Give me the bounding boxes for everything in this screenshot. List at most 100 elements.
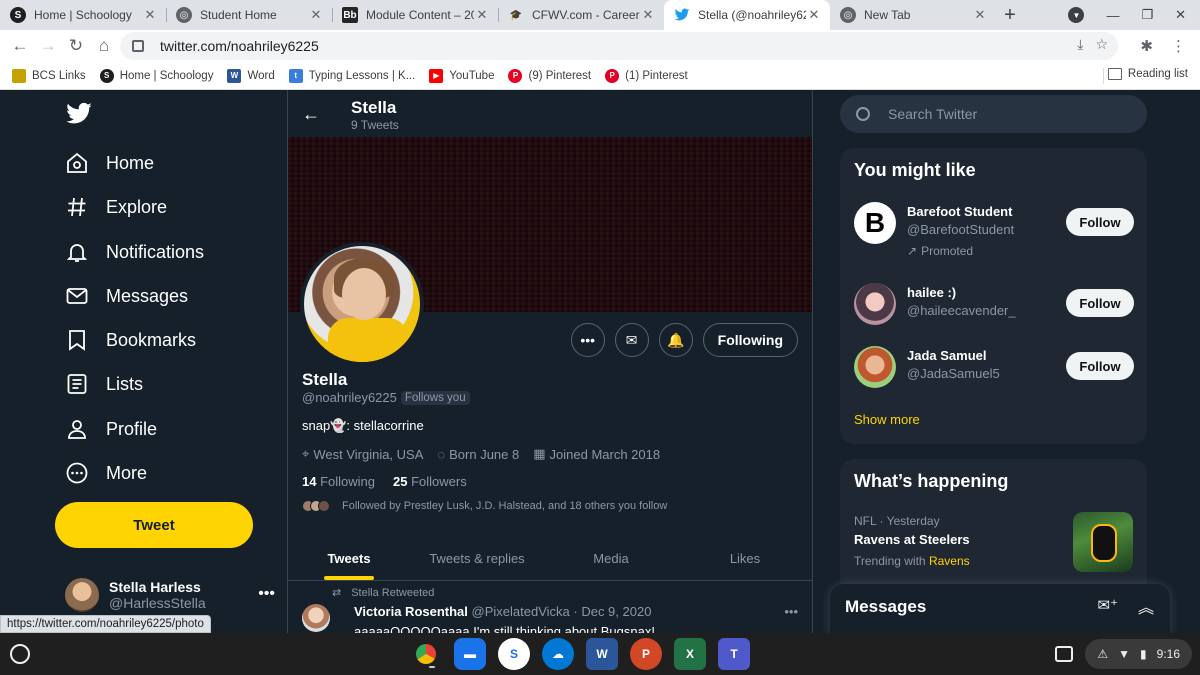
following-link[interactable]: 14 Following bbox=[302, 474, 375, 489]
extensions-icon[interactable]: ✱ bbox=[1140, 37, 1153, 55]
excel-app-icon[interactable]: X bbox=[674, 638, 706, 670]
install-icon[interactable]: ⤓ bbox=[1077, 36, 1083, 53]
close-window-icon[interactable]: ✕ bbox=[1175, 7, 1186, 23]
twitter-logo-icon[interactable] bbox=[65, 100, 93, 128]
files-app-icon[interactable]: ▬ bbox=[454, 638, 486, 670]
nav-label: Bookmarks bbox=[106, 329, 197, 350]
bookmark-word[interactable]: W Word bbox=[227, 68, 275, 83]
more-options-icon[interactable]: ••• bbox=[570, 323, 605, 357]
back-icon[interactable]: ← bbox=[6, 32, 34, 60]
close-tab-icon[interactable]: ✕ bbox=[308, 7, 324, 23]
notify-bell-icon[interactable]: 🔔 bbox=[658, 323, 693, 357]
trend-hashtag[interactable]: Ravens bbox=[929, 554, 970, 568]
nav-bookmarks[interactable]: Bookmarks bbox=[65, 328, 196, 352]
chrome-menu-icon[interactable]: ⋮ bbox=[1171, 37, 1186, 55]
status-bubble-url: https://twitter.com/noahriley6225/photo bbox=[0, 615, 211, 633]
word-app-icon[interactable]: W bbox=[586, 638, 618, 670]
powerpoint-app-icon[interactable]: P bbox=[630, 638, 662, 670]
close-tab-icon[interactable]: ✕ bbox=[806, 7, 822, 23]
suggestion-hailee[interactable]: hailee :) @haileecavender_ Follow bbox=[854, 283, 1134, 333]
new-message-icon[interactable]: ✉⁺ bbox=[1098, 596, 1119, 614]
tab-twitter-profile[interactable]: Stella (@noahriley6225 ✕ bbox=[664, 0, 830, 30]
status-area[interactable]: ⚠ ▼ ▮ 9:16 bbox=[1085, 639, 1192, 669]
messages-drawer[interactable]: Messages ✉⁺ ︽ bbox=[830, 584, 1170, 633]
tweet-author[interactable]: Victoria Rosenthal bbox=[354, 604, 468, 619]
bookmark-pinterest-9[interactable]: P (9) Pinterest bbox=[508, 68, 591, 83]
bookmark-label: Word bbox=[247, 69, 275, 82]
tab-schoology[interactable]: S Home | Schoology ✕ bbox=[0, 0, 166, 30]
home-icon[interactable]: ⌂ bbox=[90, 32, 118, 60]
bookmark-schoology[interactable]: S Home | Schoology bbox=[99, 68, 213, 83]
chrome-app-icon[interactable] bbox=[410, 638, 442, 670]
trend-thumbnail[interactable] bbox=[1073, 512, 1133, 572]
launcher-icon[interactable] bbox=[10, 644, 30, 664]
followed-by[interactable]: Followed by Prestley Lusk, J.D. Halstead… bbox=[302, 500, 667, 512]
bookmark-pinterest-1[interactable]: P (1) Pinterest bbox=[605, 68, 688, 83]
holding-space-icon[interactable] bbox=[1055, 646, 1074, 662]
tweet-date[interactable]: · Dec 9, 2020 bbox=[573, 604, 651, 619]
tweet[interactable]: Victoria Rosenthal @PixelatedVicka · Dec… bbox=[302, 604, 802, 633]
account-switcher[interactable]: Stella Harless @HarlessStella ••• bbox=[65, 575, 275, 615]
tab-likes[interactable]: Likes bbox=[678, 537, 812, 580]
nav-messages[interactable]: Messages bbox=[65, 284, 188, 308]
teams-app-icon[interactable]: T bbox=[718, 638, 750, 670]
address-bar[interactable]: twitter.com/noahriley6225 ⤓ ☆ bbox=[120, 32, 1118, 60]
close-tab-icon[interactable]: ✕ bbox=[474, 7, 490, 23]
onedrive-app-icon[interactable]: ☁ bbox=[542, 638, 574, 670]
tab-new-tab[interactable]: ◎ New Tab ✕ bbox=[830, 0, 996, 30]
tab-media[interactable]: Media bbox=[544, 537, 678, 580]
follow-button[interactable]: Follow bbox=[1066, 289, 1134, 317]
avatar[interactable] bbox=[302, 604, 330, 632]
bookmark-youtube[interactable]: ▶ YouTube bbox=[429, 68, 494, 83]
follow-button[interactable]: Follow bbox=[1066, 352, 1134, 380]
nav-profile[interactable]: Profile bbox=[65, 417, 157, 441]
back-arrow-icon[interactable]: ← bbox=[302, 104, 320, 125]
suggestion-barefoot-student[interactable]: B Barefoot Student @BarefootStudent ↗ Pro… bbox=[854, 202, 1134, 268]
close-tab-icon[interactable]: ✕ bbox=[640, 7, 656, 23]
tab-cfwv[interactable]: 🎓 CFWV.com - Career Pro ✕ bbox=[498, 0, 664, 30]
search-input[interactable]: Search Twitter bbox=[840, 95, 1147, 133]
close-tab-icon[interactable]: ✕ bbox=[972, 7, 988, 23]
suggestion-jada-samuel[interactable]: Jada Samuel @JadaSamuel5 Follow bbox=[854, 346, 1134, 396]
nav-more[interactable]: More bbox=[65, 461, 147, 485]
nav-home[interactable]: Home bbox=[65, 151, 154, 175]
restore-icon[interactable]: ❐ bbox=[1141, 7, 1153, 23]
tab-tweets[interactable]: Tweets bbox=[288, 537, 410, 580]
new-tab-button[interactable]: + bbox=[996, 0, 1024, 30]
reload-icon[interactable]: ↻ bbox=[62, 32, 90, 60]
search-icon bbox=[856, 107, 870, 121]
bookmark-bcs-links[interactable]: BCS Links bbox=[12, 68, 86, 83]
show-more-link[interactable]: Show more bbox=[854, 412, 920, 427]
bookmark-star-icon[interactable]: ☆ bbox=[1095, 36, 1108, 53]
expand-chevron-icon[interactable]: ︽ bbox=[1138, 594, 1154, 618]
nav-notifications[interactable]: Notifications bbox=[65, 240, 204, 264]
suggestion-name: Jada Samuel bbox=[907, 348, 987, 363]
reading-list-button[interactable]: Reading list bbox=[1107, 68, 1188, 80]
trend-title[interactable]: Ravens at Steelers bbox=[854, 532, 970, 547]
wifi-icon: ▼ bbox=[1118, 647, 1131, 661]
minimize-icon[interactable]: — bbox=[1106, 8, 1119, 23]
schoology-app-icon[interactable]: S bbox=[498, 638, 530, 670]
nav-explore[interactable]: Explore bbox=[65, 195, 167, 219]
retweet-icon: ⇄ bbox=[332, 587, 342, 599]
profile-photo[interactable] bbox=[300, 242, 424, 366]
tab-student-home[interactable]: ◎ Student Home ✕ bbox=[166, 0, 332, 30]
forward-icon[interactable]: → bbox=[34, 32, 62, 60]
follow-button[interactable]: Follow bbox=[1066, 208, 1134, 236]
tab-search-icon[interactable]: ▼ bbox=[1068, 7, 1085, 23]
display-name: Stella bbox=[302, 370, 348, 389]
tweet-button[interactable]: Tweet bbox=[55, 502, 253, 548]
suggestion-handle: @JadaSamuel5 bbox=[907, 366, 1000, 381]
message-icon[interactable]: ✉ bbox=[614, 323, 649, 357]
close-tab-icon[interactable]: ✕ bbox=[142, 7, 158, 23]
tab-module-content[interactable]: Bb Module Content – 2021 ✕ bbox=[332, 0, 498, 30]
tweet-more-icon[interactable]: ••• bbox=[784, 604, 798, 619]
lock-icon[interactable] bbox=[132, 40, 144, 52]
more-dots-icon[interactable]: ••• bbox=[258, 585, 275, 603]
tab-tweets-replies[interactable]: Tweets & replies bbox=[410, 537, 544, 580]
following-button[interactable]: Following bbox=[702, 323, 798, 357]
battery-icon: ▮ bbox=[1140, 647, 1147, 661]
bookmark-typing-lessons[interactable]: t Typing Lessons | K... bbox=[288, 68, 415, 83]
nav-lists[interactable]: Lists bbox=[65, 372, 143, 396]
followers-link[interactable]: 25 Followers bbox=[393, 474, 467, 489]
